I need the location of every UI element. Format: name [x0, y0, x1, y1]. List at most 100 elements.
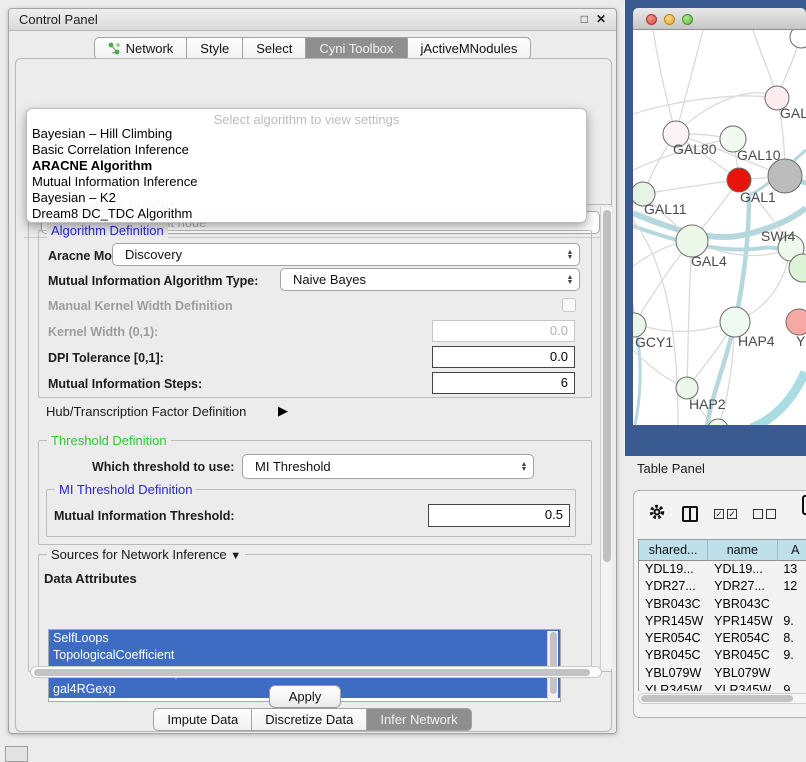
- zoom-traffic-light[interactable]: [682, 14, 693, 25]
- tab-jactivemnodules[interactable]: jActiveMNodules: [408, 37, 532, 60]
- table-cell[interactable]: YBR043C: [639, 596, 708, 613]
- close-panel-icon[interactable]: ✕: [596, 12, 606, 26]
- table-cell[interactable]: YBR045C: [639, 647, 708, 664]
- node-label: GAL80: [673, 141, 717, 157]
- table-cell[interactable]: 13: [777, 561, 806, 578]
- mi-type-label: Mutual Information Algorithm Type:: [48, 274, 258, 288]
- network-node-y[interactable]: [786, 309, 806, 335]
- table-row[interactable]: YBL079WYBL079W: [639, 665, 806, 682]
- close-traffic-light[interactable]: [646, 14, 657, 25]
- checked-pair-icon[interactable]: ✓✓: [714, 509, 737, 519]
- table-row[interactable]: YBR043CYBR043C: [639, 596, 806, 613]
- network-node[interactable]: [768, 159, 802, 193]
- unchecked-pair-icon[interactable]: [753, 509, 776, 519]
- apply-button[interactable]: Apply: [269, 685, 341, 708]
- table-row[interactable]: YDR27...YDR27...12: [639, 578, 806, 595]
- tab-label: Style: [200, 41, 229, 56]
- table-row[interactable]: YER054CYER054C8.: [639, 630, 806, 647]
- bottom-tab-impute-data[interactable]: Impute Data: [153, 708, 252, 731]
- float-window-icon[interactable]: □: [581, 12, 588, 26]
- algorithm-definition-title: Algorithm Definition: [47, 223, 168, 238]
- manual-kernel-checkbox[interactable]: [562, 298, 576, 312]
- table-cell[interactable]: YBR045C: [708, 647, 777, 664]
- network-window-titlebar[interactable]: [633, 8, 806, 30]
- table-cell[interactable]: YLR345W: [708, 682, 777, 691]
- network-node[interactable]: [708, 419, 728, 425]
- attribute-item[interactable]: SelfLoops: [49, 630, 560, 647]
- scrollbar-thumb[interactable]: [34, 669, 590, 676]
- tab-style[interactable]: Style: [187, 37, 243, 60]
- table-cell[interactable]: [777, 596, 806, 613]
- table-cell[interactable]: YDR27...: [639, 578, 708, 595]
- mi-threshold-field[interactable]: 0.5: [428, 504, 570, 527]
- table-horizontal-scrollbar[interactable]: [638, 693, 806, 704]
- settings-vertical-scrollbar[interactable]: [600, 207, 612, 669]
- scrollbar-thumb[interactable]: [641, 695, 793, 702]
- network-canvas[interactable]: GALGAL80GAL10GAL1GAL11GAL4SWI4GCY1HAP4YH…: [633, 30, 806, 425]
- gear-icon[interactable]: [648, 503, 666, 526]
- column-header-3[interactable]: A: [778, 540, 806, 561]
- network-node[interactable]: [790, 30, 806, 48]
- algorithm-option[interactable]: Bayesian – K2: [27, 190, 586, 206]
- table-body: YDL19...YDL19...13YDR27...YDR27...12YBR0…: [639, 561, 806, 691]
- aracne-mode-combo[interactable]: Discovery ▲▼: [112, 243, 580, 266]
- minimize-traffic-light[interactable]: [664, 14, 675, 25]
- table-cell[interactable]: YBL079W: [708, 665, 777, 682]
- bottom-tab-discretize-data[interactable]: Discretize Data: [252, 708, 367, 731]
- algorithm-option[interactable]: Dream8 DC_TDC Algorithm: [27, 206, 586, 222]
- algorithm-option[interactable]: Bayesian – Hill Climbing: [27, 126, 586, 142]
- node-table: shared...nameA YDL19...YDL19...13YDR27..…: [638, 539, 806, 691]
- table-cell[interactable]: YER054C: [639, 630, 708, 647]
- columns-icon[interactable]: [682, 506, 698, 522]
- tab-cyni-toolbox[interactable]: Cyni Toolbox: [306, 37, 407, 60]
- table-cell[interactable]: YDR27...: [708, 578, 777, 595]
- table-cell[interactable]: YDL19...: [708, 561, 777, 578]
- dpi-tolerance-field[interactable]: 0.0: [432, 346, 575, 368]
- kernel-width-field[interactable]: 0.0: [432, 320, 575, 342]
- tab-network[interactable]: Network: [94, 37, 188, 60]
- table-cell[interactable]: YBL079W: [639, 665, 708, 682]
- settings-horizontal-scrollbar[interactable]: [30, 666, 602, 678]
- which-threshold-combo[interactable]: MI Threshold ▲▼: [242, 454, 534, 479]
- control-panel-titlebar[interactable]: Control Panel □ ✕: [9, 9, 616, 31]
- mi-type-combo[interactable]: Naive Bayes ▲▼: [280, 268, 580, 291]
- control-panel-title: Control Panel: [19, 12, 98, 27]
- scrollbar-thumb[interactable]: [550, 632, 557, 694]
- column-header-2[interactable]: name: [708, 540, 777, 561]
- table-cell[interactable]: YLR345W: [639, 682, 708, 691]
- tab-select[interactable]: Select: [243, 37, 306, 60]
- attribute-item[interactable]: TopologicalCoefficient: [49, 647, 560, 664]
- table-cell[interactable]: YER054C: [708, 630, 777, 647]
- table-cell[interactable]: 9.: [777, 613, 806, 630]
- table-row[interactable]: YDL19...YDL19...13: [639, 561, 806, 578]
- table-cell[interactable]: [777, 665, 806, 682]
- table-row[interactable]: YLR345WYLR345W9.: [639, 682, 806, 691]
- column-header-1[interactable]: shared...: [639, 540, 708, 561]
- table-row[interactable]: YPR145WYPR145W9.: [639, 613, 806, 630]
- mi-steps-field[interactable]: 6: [432, 372, 575, 394]
- algorithm-option[interactable]: ARACNE Algorithm: [27, 158, 586, 174]
- table-cell[interactable]: 9.: [777, 647, 806, 664]
- file-icon[interactable]: [802, 495, 806, 515]
- sources-title: Sources for Network Inference ▼: [47, 547, 245, 562]
- table-cell[interactable]: YPR145W: [639, 613, 708, 630]
- scrollbar-thumb[interactable]: [603, 210, 611, 562]
- control-panel-window: Control Panel □ ✕ Network Style SelectCyni…: [8, 8, 617, 734]
- mi-type-value: Naive Bayes: [281, 272, 561, 287]
- table-cell[interactable]: YBR043C: [708, 596, 777, 613]
- table-row[interactable]: YBR045CYBR045C9.: [639, 647, 806, 664]
- collapse-arrow-icon[interactable]: ▶: [278, 403, 288, 419]
- table-cell[interactable]: 12: [777, 578, 806, 595]
- node-label: GAL: [780, 105, 806, 121]
- collapsed-panel-widget[interactable]: [5, 746, 28, 762]
- table-cell[interactable]: 8.: [777, 630, 806, 647]
- table-panel: ✓✓ shared...nameA YDL19...YDL19...13YDR2…: [633, 490, 806, 718]
- algorithm-option[interactable]: Basic Correlation Inference: [27, 142, 586, 158]
- algorithm-option[interactable]: Mutual Information Inference: [27, 174, 586, 190]
- bottom-tab-infer-network[interactable]: Infer Network: [367, 708, 471, 731]
- hub-section-label[interactable]: Hub/Transcription Factor Definition: [46, 404, 246, 419]
- table-cell[interactable]: 9.: [777, 682, 806, 691]
- expand-arrow-icon[interactable]: ▼: [230, 550, 241, 562]
- table-cell[interactable]: YPR145W: [708, 613, 777, 630]
- table-cell[interactable]: YDL19...: [639, 561, 708, 578]
